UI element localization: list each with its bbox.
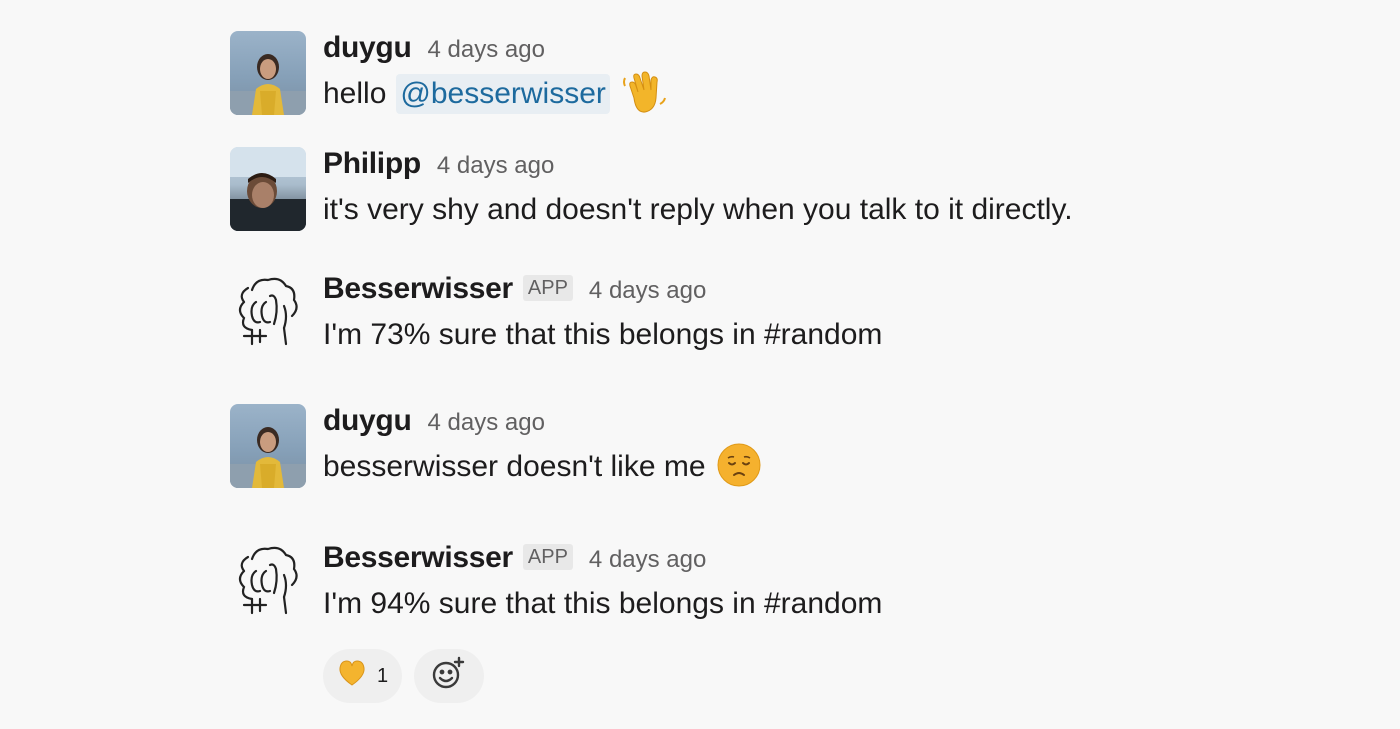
avatar[interactable]	[230, 147, 306, 231]
reaction-pill[interactable]: 1	[323, 649, 403, 703]
message-text-content: hello	[323, 77, 387, 110]
message-text: I'm 94% sure that this belongs in #rando…	[323, 584, 882, 624]
user-photo-icon	[230, 54, 306, 115]
add-reaction-button[interactable]	[414, 649, 485, 703]
app-badge: APP	[522, 275, 573, 301]
message-text-content: I'm 94% sure that this belongs in #rando…	[323, 587, 883, 620]
waving-hand-icon	[620, 68, 668, 124]
timestamp[interactable]: 4 days ago	[437, 152, 554, 180]
besserwisser-sketch-icon	[238, 277, 298, 346]
message-text-content: it's very shy and doesn't reply when you…	[323, 193, 1073, 226]
besserwisser-sketch-icon	[238, 546, 298, 615]
author-name[interactable]: Besserwisser	[323, 541, 513, 575]
app-badge: APP	[522, 544, 573, 570]
message: Philipp 4 days ago it's very shy and doe…	[230, 147, 1330, 247]
message: Besserwisser APP 4 days ago I'm 73% sure…	[230, 272, 1330, 372]
message: Besserwisser APP 4 days ago I'm 94% sure…	[230, 541, 1330, 703]
avatar[interactable]	[230, 272, 306, 356]
timestamp[interactable]: 4 days ago	[428, 36, 545, 64]
message-text: I'm 73% sure that this belongs in #rando…	[323, 315, 882, 355]
add-emoji-icon	[431, 655, 467, 697]
user-photo-icon	[230, 147, 306, 231]
reactions-bar: 1	[323, 649, 485, 703]
author-name[interactable]: Besserwisser	[323, 272, 513, 306]
message: duygu 4 days ago besserwisser doesn't li…	[230, 404, 1330, 504]
user-mention[interactable]: @besserwisser	[396, 74, 610, 114]
avatar[interactable]	[230, 404, 306, 488]
timestamp[interactable]: 4 days ago	[428, 409, 545, 437]
author-name[interactable]: duygu	[323, 31, 412, 65]
reaction-count: 1	[377, 664, 389, 687]
message-text: it's very shy and doesn't reply when you…	[323, 190, 1073, 230]
message-feed: duygu 4 days ago hello @besserwisser Phi…	[0, 0, 1400, 729]
message-text: besserwisser doesn't like me	[323, 443, 762, 487]
message-text-content: I'm 73% sure that this belongs in #rando…	[323, 318, 883, 351]
timestamp[interactable]: 4 days ago	[589, 277, 706, 305]
message: duygu 4 days ago hello @besserwisser	[230, 31, 1330, 131]
message-text: hello @besserwisser	[323, 71, 668, 114]
author-name[interactable]: duygu	[323, 404, 412, 438]
avatar[interactable]	[230, 541, 306, 625]
author-name[interactable]: Philipp	[323, 147, 421, 181]
user-photo-icon	[230, 427, 306, 488]
yellow-heart-icon	[337, 658, 367, 694]
disappointed-face-icon	[716, 442, 762, 496]
timestamp[interactable]: 4 days ago	[589, 546, 706, 574]
avatar[interactable]	[230, 31, 306, 115]
message-text-content: besserwisser doesn't like me	[323, 450, 706, 483]
